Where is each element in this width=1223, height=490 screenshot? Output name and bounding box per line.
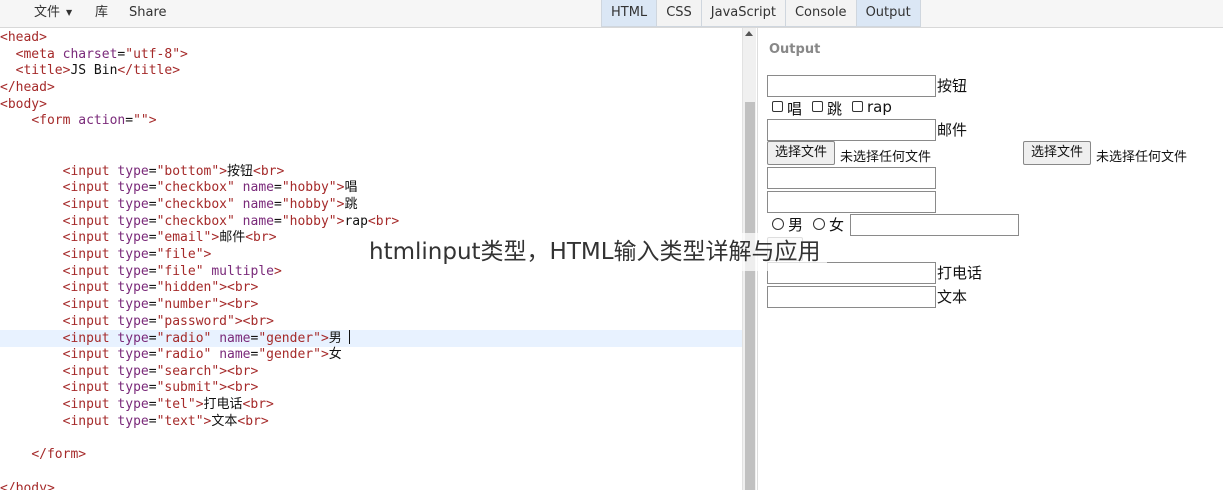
code-line[interactable]: <form action=""> — [0, 113, 742, 130]
code-line[interactable] — [0, 464, 742, 481]
top-bar: 文件 ▼ 库 Share HTML CSS JavaScript Console … — [0, 0, 1223, 28]
code-line[interactable]: </head> — [0, 80, 742, 97]
tab-javascript[interactable]: JavaScript — [700, 0, 786, 27]
code-line[interactable]: <body> — [0, 97, 742, 114]
code-line[interactable]: <input type="radio" name="gender">男 — [0, 330, 742, 348]
code-line[interactable]: <title>JS Bin</title> — [0, 63, 742, 80]
scroll-up-arrow-icon[interactable] — [745, 31, 753, 36]
code-line[interactable]: <input type="submit"><br> — [0, 380, 742, 397]
checkbox-rap-label: rap — [867, 98, 892, 116]
checkbox-jump[interactable] — [812, 101, 823, 112]
text-field[interactable] — [767, 286, 936, 308]
multiple-file-status-text: 未选择任何文件 — [1096, 150, 1188, 165]
email-label: 邮件 — [937, 121, 968, 139]
share-menu[interactable]: Share — [129, 0, 167, 26]
library-menu[interactable]: 库 — [95, 0, 108, 26]
tab-html[interactable]: HTML — [601, 0, 658, 27]
code-line[interactable]: <input type="password"><br> — [0, 314, 742, 331]
chevron-down-icon: ▼ — [66, 8, 73, 17]
tel-label: 打电话 — [937, 264, 983, 282]
scroll-thumb[interactable] — [745, 102, 755, 490]
code-line[interactable] — [0, 431, 742, 448]
checkbox-rap[interactable] — [852, 101, 863, 112]
tab-css[interactable]: CSS — [656, 0, 702, 27]
button-text-label: 按钮 — [937, 77, 968, 95]
checkbox-sing[interactable] — [772, 101, 783, 112]
radio-female-label: 女 — [829, 216, 845, 234]
code-line[interactable] — [0, 147, 742, 164]
choose-file-button[interactable]: 选择文件 — [767, 141, 836, 165]
file-menu[interactable]: 文件 ▼ — [34, 0, 72, 26]
code-line[interactable]: <input type="checkbox" name="hobby">rap<… — [0, 214, 742, 231]
checkbox-sing-label: 唱 — [787, 100, 803, 118]
choose-multiple-files-button[interactable]: 选择文件 — [1023, 141, 1092, 165]
text-label: 文本 — [937, 288, 968, 306]
bottom-type-input[interactable] — [767, 75, 936, 97]
output-title: Output — [769, 42, 821, 57]
code-line[interactable]: </body> — [0, 481, 742, 490]
panel-tabs: HTML CSS JavaScript Console Output — [601, 0, 921, 27]
tab-output[interactable]: Output — [855, 0, 921, 27]
radio-female[interactable] — [813, 218, 825, 230]
code-line[interactable]: <input type="search"><br> — [0, 364, 742, 381]
file-menu-label: 文件 — [34, 5, 61, 20]
email-field[interactable] — [767, 119, 936, 141]
code-line[interactable]: <input type="tel">打电话<br> — [0, 397, 742, 414]
password-field[interactable] — [767, 191, 936, 213]
radio-male-label: 男 — [788, 216, 804, 234]
code-line[interactable]: <head> — [0, 30, 742, 47]
file-status-text: 未选择任何文件 — [840, 150, 932, 165]
code-line[interactable]: <input type="number"><br> — [0, 297, 742, 314]
page-caption-watermark: htmlinput类型，HTML输入类型详解与应用 — [363, 233, 827, 271]
output-panel: Output 按钮 唱 跳 rap 邮件 选择文件 未选择任何文件 选择文件 未… — [757, 28, 1223, 490]
code-line[interactable]: <input type="bottom">按钮<br> — [0, 164, 742, 181]
code-line[interactable]: </form> — [0, 447, 742, 464]
code-line[interactable]: <input type="radio" name="gender">女 — [0, 347, 742, 364]
code-line[interactable]: <input type="text">文本<br> — [0, 414, 742, 431]
text-cursor — [348, 330, 350, 345]
code-line[interactable]: <input type="checkbox" name="hobby">跳 — [0, 197, 742, 214]
tab-console[interactable]: Console — [784, 0, 857, 27]
number-field[interactable] — [767, 167, 936, 189]
radio-male[interactable] — [772, 218, 784, 230]
code-line[interactable]: <input type="hidden"><br> — [0, 280, 742, 297]
checkbox-jump-label: 跳 — [827, 100, 843, 118]
code-line[interactable]: <input type="checkbox" name="hobby">唱 — [0, 180, 742, 197]
code-line[interactable] — [0, 130, 742, 147]
code-line[interactable]: <meta charset="utf-8"> — [0, 47, 742, 64]
search-input[interactable] — [850, 214, 1019, 236]
